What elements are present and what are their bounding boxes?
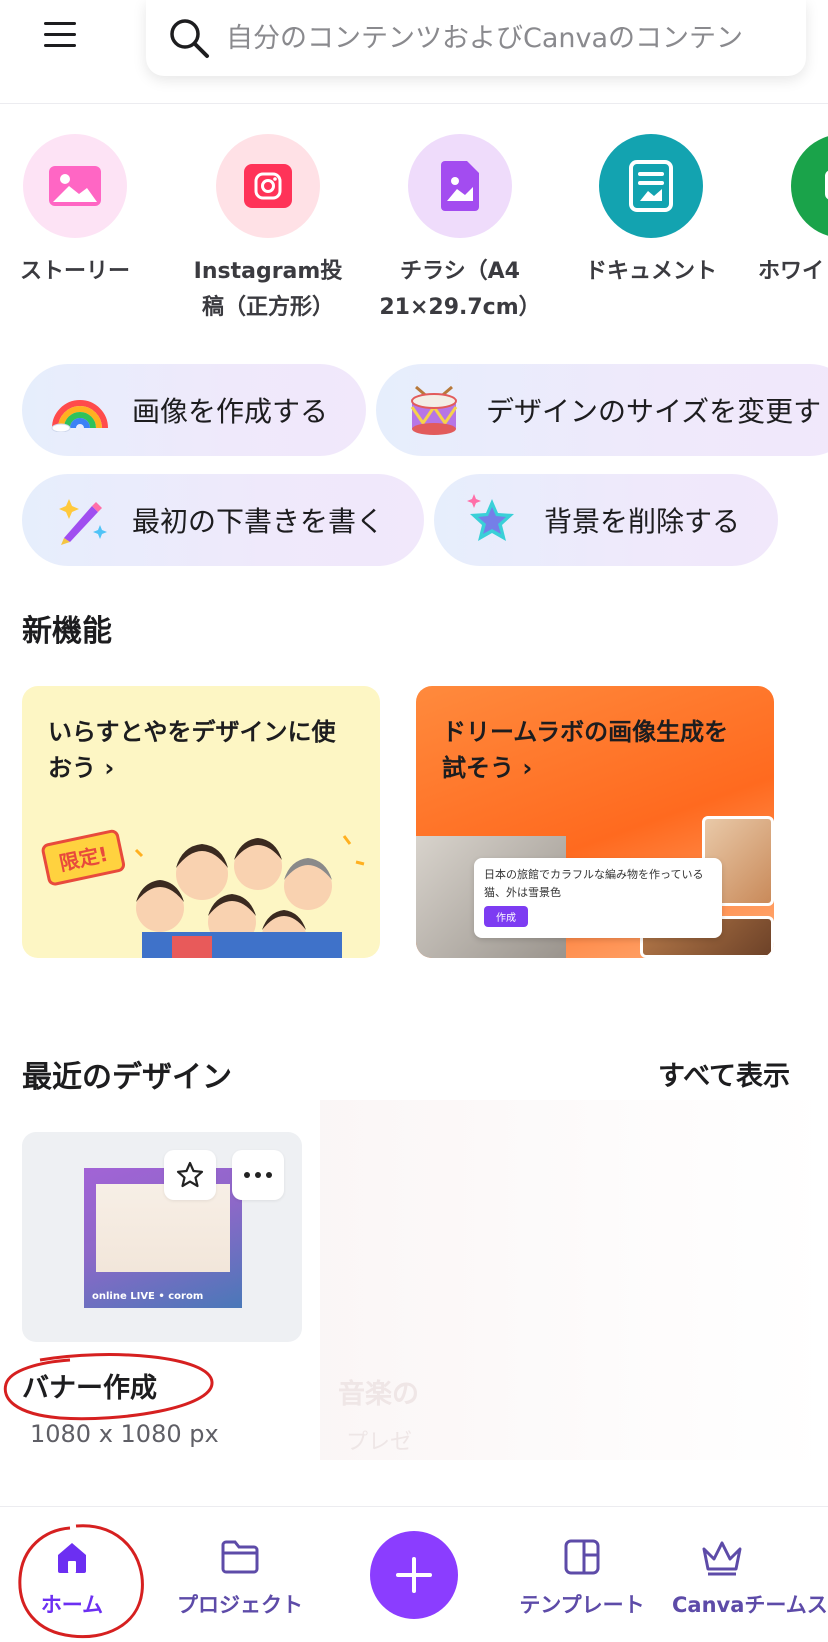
chip-remove-background[interactable]: 背景を削除する <box>434 474 778 566</box>
crown-icon <box>702 1541 742 1576</box>
design-type-story[interactable]: ストーリー <box>0 134 160 290</box>
recent-design-name-2[interactable]: 音楽の <box>338 1372 419 1411</box>
plus-icon <box>396 1557 432 1593</box>
see-all-link[interactable]: すべて表示 <box>658 1054 790 1093</box>
nav-label: テンプレート <box>519 1593 645 1617</box>
nav-label: プロジェクト <box>177 1593 303 1617</box>
nav-label: Canvaチームス <box>672 1593 828 1617</box>
design-type-label: Instagram投 稿（正方形） <box>193 259 343 320</box>
chip-write-draft[interactable]: 最初の下書きを書く <box>22 474 424 566</box>
design-type-flyer[interactable]: チラシ（A4 21×29.7cm） <box>375 134 545 326</box>
flyer-icon <box>441 161 479 211</box>
irasutoya-people-illustration: 限定! <box>41 829 365 958</box>
hamburger-menu-button[interactable] <box>44 12 88 56</box>
chip-label: 画像を作成する <box>132 395 329 428</box>
chip-label: 最初の下書きを書く <box>132 505 385 538</box>
nav-canva-teams[interactable]: Canvaチームス <box>672 1537 828 1619</box>
design-type-label: ホワイ <box>758 259 825 284</box>
search-bar[interactable] <box>146 0 806 76</box>
chip-label: デザインのサイズを変更す <box>486 395 822 428</box>
app-header <box>0 0 828 104</box>
instagram-icon <box>244 164 292 208</box>
search-icon <box>170 19 209 58</box>
design-type-document[interactable]: ドキュメント <box>566 134 736 290</box>
design-type-label: ドキュメント <box>584 259 717 284</box>
feature-card-dreamlab[interactable]: ドリームラボの画像生成を試そう › 日本の旅館でカラフルな編み物を作っている猫、… <box>416 686 774 958</box>
banner-poster-preview: online LIVE • corom <box>84 1168 242 1308</box>
recent-design-thumbnail[interactable]: online LIVE • corom <box>22 1132 302 1342</box>
nav-templates[interactable]: テンプレート <box>512 1537 652 1619</box>
favorite-button[interactable] <box>164 1150 216 1200</box>
design-type-whiteboard[interactable]: ホワイ <box>758 134 828 290</box>
feature-card-irasutoya[interactable]: いらすとやをデザインに使おう › 限定! <box>22 686 380 958</box>
whiteboard-icon <box>825 170 828 200</box>
prompt-box: 日本の旅館でカラフルな編み物を作っている猫、外は雪景色 作成 <box>474 858 722 938</box>
feature-card-title: ドリームラボの画像生成を試そう › <box>442 718 729 782</box>
red-circle-annotation <box>18 1524 144 1639</box>
design-type-row: ストーリー Instagram投 稿（正方形） チラシ（A4 21×29.7cm… <box>0 134 828 334</box>
star-outline-icon <box>176 1161 204 1188</box>
new-features-title: 新機能 <box>22 614 112 649</box>
rainbow-icon <box>51 400 108 432</box>
design-type-instagram[interactable]: Instagram投 稿（正方形） <box>183 134 353 326</box>
recent-design-size-2: プレゼ <box>346 1430 413 1455</box>
nav-projects[interactable]: プロジェクト <box>170 1537 310 1619</box>
menu-icon <box>44 21 76 25</box>
chip-label: 背景を削除する <box>544 505 741 538</box>
poster-text: online LIVE • corom <box>92 1291 204 1302</box>
red-circle-annotation <box>3 1353 214 1421</box>
chip-resize-design[interactable]: デザインのサイズを変更す <box>376 364 828 456</box>
document-icon <box>629 160 673 212</box>
magic-pen-icon <box>59 499 107 545</box>
prompt-text: 日本の旅館でカラフルな編み物を作っている猫、外は雪景色 <box>484 868 704 899</box>
chip-create-image[interactable]: 画像を作成する <box>22 364 366 456</box>
folder-icon <box>221 1540 259 1574</box>
search-input[interactable] <box>226 22 786 54</box>
create-button: 作成 <box>484 906 528 927</box>
design-type-label: チラシ（A4 21×29.7cm） <box>379 259 541 320</box>
star-icon <box>467 494 514 541</box>
more-icon <box>244 1172 272 1178</box>
drum-icon <box>410 385 458 435</box>
template-icon <box>564 1539 600 1575</box>
design-type-label: ストーリー <box>19 259 130 284</box>
story-image-icon <box>49 166 101 206</box>
create-design-fab[interactable] <box>370 1531 458 1619</box>
more-options-button[interactable] <box>232 1150 284 1200</box>
recent-designs-title: 最近のデザイン <box>22 1060 232 1095</box>
